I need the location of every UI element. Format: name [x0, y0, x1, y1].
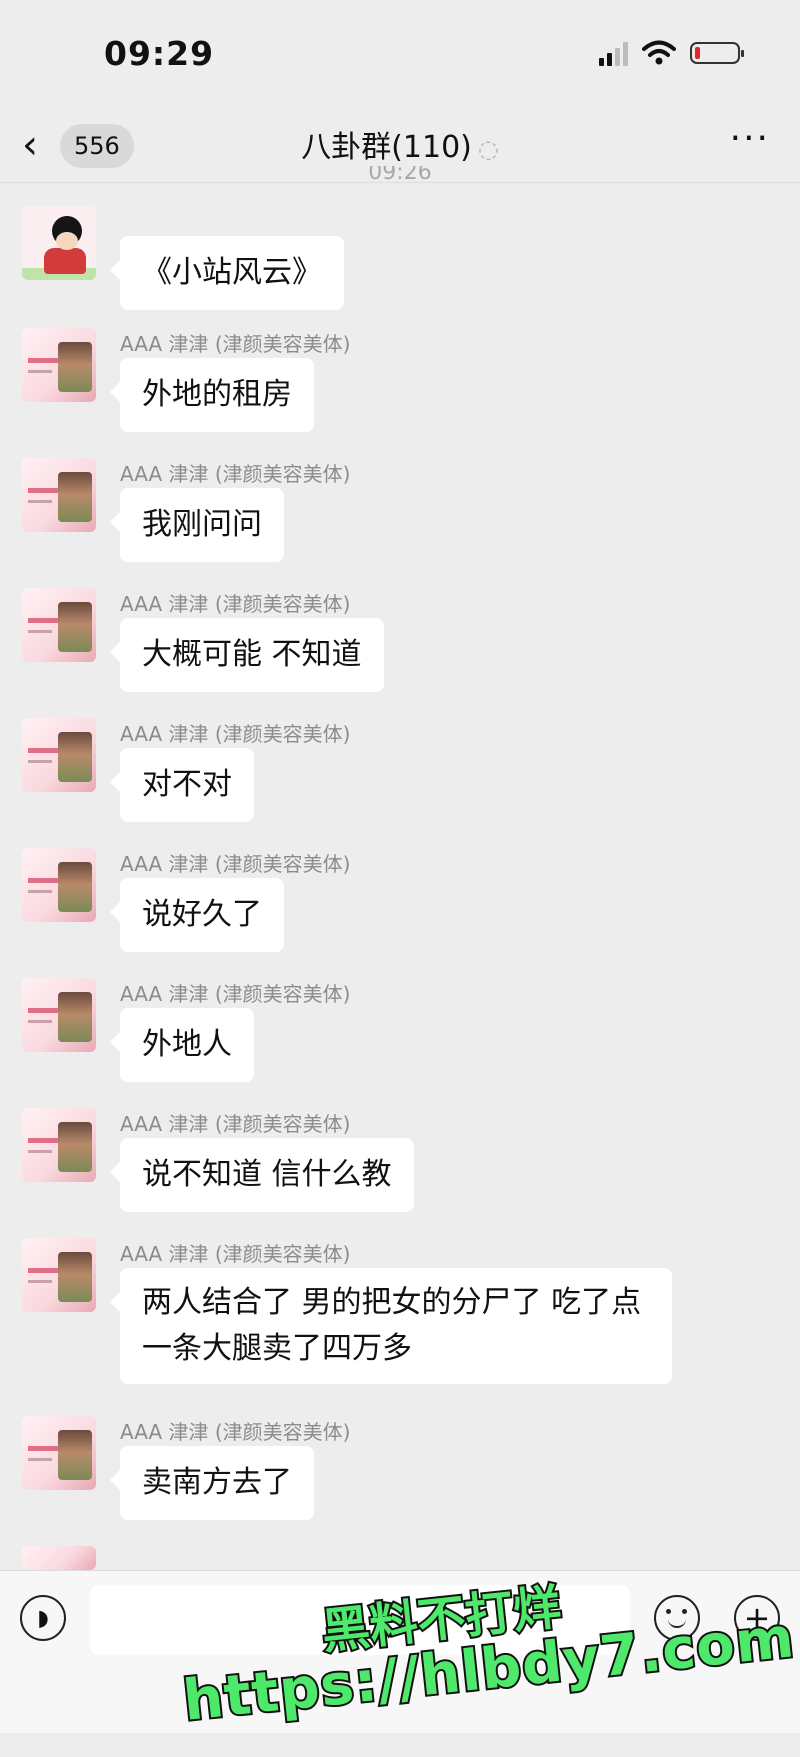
plus-icon: +: [743, 1599, 771, 1637]
status-time: 09:29: [104, 34, 215, 73]
sender-name: AAA 津津 (津颜美容美体): [120, 982, 351, 1006]
voice-icon: ◗: [37, 1606, 49, 1631]
avatar[interactable]: [22, 1238, 96, 1312]
sender-name: AAA 津津 (津颜美容美体): [120, 1112, 351, 1136]
message-bubble[interactable]: 外地人: [110, 1008, 254, 1082]
message-bubble[interactable]: 卖南方去了: [110, 1446, 314, 1520]
avatar[interactable]: [22, 848, 96, 922]
message-input[interactable]: [90, 1585, 630, 1655]
sender-name: AAA 津津 (津颜美容美体): [120, 1242, 351, 1266]
cellular-signal-icon: [599, 40, 628, 66]
message-list[interactable]: 《小站风云》 AAA 津津 (津颜美容美体) 外地的租房 AAA 津津 (津颜美…: [0, 184, 800, 1570]
message-bubble[interactable]: 两人结合了 男的把女的分尸了 吃了点 一条大腿卖了四万多: [110, 1268, 672, 1384]
ear-icon: ◌: [477, 135, 499, 163]
message-bubble[interactable]: 我刚问问: [110, 488, 284, 562]
avatar[interactable]: [22, 1108, 96, 1182]
emoji-button[interactable]: [654, 1595, 700, 1641]
battery-icon: [690, 42, 744, 64]
message-text-line: 一条大腿卖了四万多: [142, 1331, 412, 1366]
message-text-line: 两人结合了 男的把女的分尸了 吃了点: [142, 1285, 642, 1320]
sender-name: AAA 津津 (津颜美容美体): [120, 462, 351, 486]
sender-name: AAA 津津 (津颜美容美体): [120, 1420, 351, 1444]
sender-name: AAA 津津 (津颜美容美体): [120, 722, 351, 746]
avatar[interactable]: [22, 718, 96, 792]
sender-name: AAA 津津 (津颜美容美体): [120, 332, 351, 356]
message-bubble[interactable]: 《小站风云》: [110, 236, 344, 310]
input-bar: ◗ +: [0, 1570, 800, 1733]
more-button[interactable]: ···: [730, 118, 770, 159]
status-icons: [599, 40, 744, 66]
chat-title-text: 八卦群(110): [301, 130, 472, 165]
plus-button[interactable]: +: [734, 1595, 780, 1641]
message-bubble[interactable]: 说不知道 信什么教: [110, 1138, 414, 1212]
message-bubble[interactable]: 对不对: [110, 748, 254, 822]
avatar[interactable]: [22, 588, 96, 662]
battery-level: [695, 47, 700, 59]
sender-name: AAA 津津 (津颜美容美体): [120, 592, 351, 616]
avatar[interactable]: [22, 978, 96, 1052]
avatar[interactable]: [22, 458, 96, 532]
ellipsis-icon: ···: [729, 118, 770, 159]
message-bubble[interactable]: 说好久了: [110, 878, 284, 952]
message-timestamp: 09:26: [368, 166, 432, 184]
avatar[interactable]: [22, 328, 96, 402]
avatar[interactable]: [22, 206, 96, 280]
chat-title[interactable]: 八卦群(110) ◌: [0, 122, 800, 166]
message-bubble[interactable]: 外地的租房: [110, 358, 314, 432]
voice-button[interactable]: ◗: [20, 1595, 66, 1641]
status-bar: 09:29: [0, 0, 800, 110]
message-bubble[interactable]: 大概可能 不知道: [110, 618, 384, 692]
avatar[interactable]: [22, 1546, 96, 1570]
sender-name: AAA 津津 (津颜美容美体): [120, 852, 351, 876]
wifi-icon: [642, 40, 676, 65]
avatar[interactable]: [22, 1416, 96, 1490]
